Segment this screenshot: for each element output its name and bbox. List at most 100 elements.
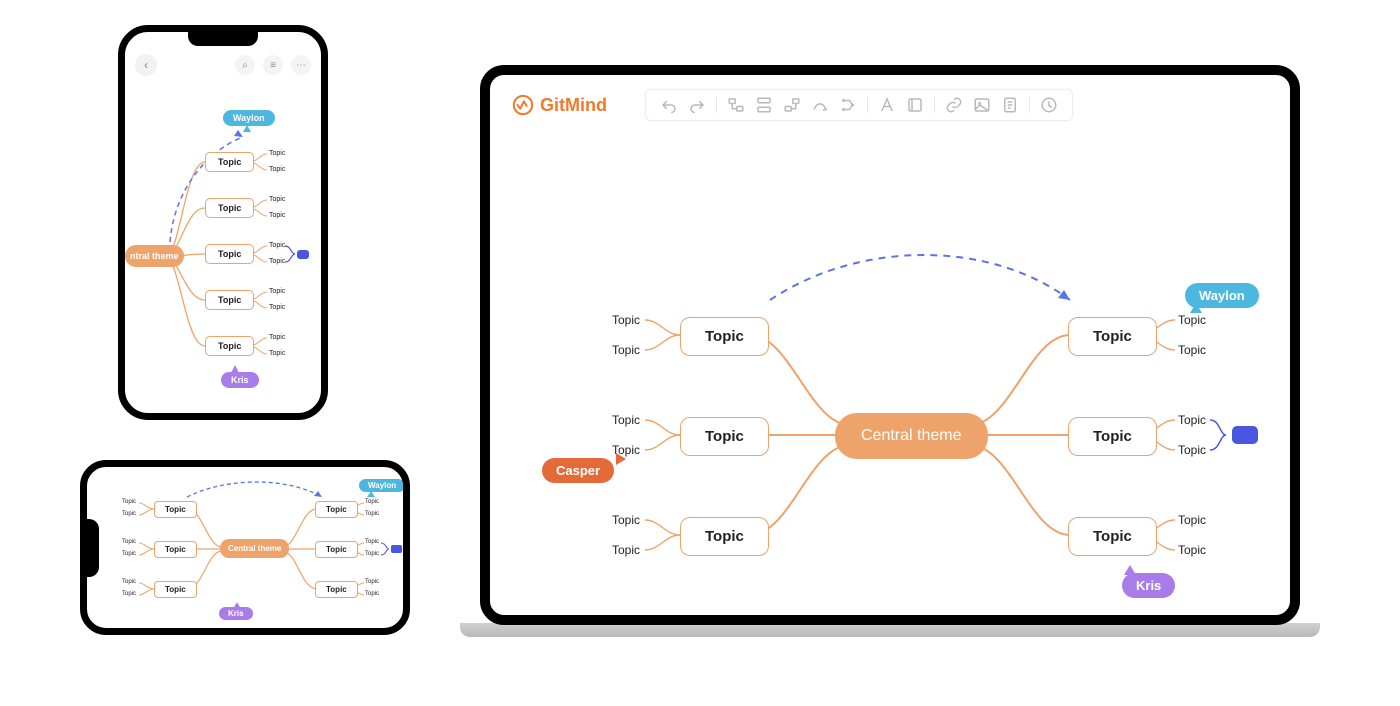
subtopic-node[interactable]: Topic <box>122 499 136 505</box>
subtopic-node[interactable]: Topic <box>269 212 285 219</box>
topic-node[interactable]: Topic <box>315 501 358 518</box>
subtopic-node[interactable]: Topic <box>122 551 136 557</box>
subtopic-icon[interactable] <box>727 96 745 114</box>
redo-icon[interactable] <box>688 96 706 114</box>
app-logo[interactable]: GitMind <box>512 94 607 116</box>
topic-node[interactable]: Topic <box>205 290 254 310</box>
topic-node[interactable]: Topic <box>154 581 197 598</box>
topic-node[interactable]: Topic <box>680 417 769 456</box>
laptop-device: GitMind <box>460 65 1320 665</box>
toolbar-separator <box>867 97 868 113</box>
app-header: GitMind <box>490 75 1290 129</box>
subtopic-node[interactable]: Topic <box>269 304 285 311</box>
back-button[interactable]: ‹ <box>135 54 157 76</box>
subtopic-node[interactable]: Topic <box>269 334 285 341</box>
sibling-icon[interactable] <box>755 96 773 114</box>
topic-label: Topic <box>1093 528 1132 545</box>
subtopic-node[interactable]: Topic <box>365 551 379 557</box>
collaborator-tag-waylon[interactable]: Waylon <box>223 110 275 126</box>
subtopic-node[interactable]: Topic <box>612 443 640 457</box>
subtopic-node[interactable]: Topic <box>612 343 640 357</box>
format-icon[interactable] <box>878 96 896 114</box>
collaborator-tag-kris[interactable]: Kris <box>1122 573 1175 598</box>
undo-icon[interactable] <box>660 96 678 114</box>
share-icon[interactable] <box>1040 96 1058 114</box>
summary-indicator[interactable] <box>297 250 309 259</box>
topic-label: Topic <box>1093 328 1132 345</box>
subtopic-node[interactable]: Topic <box>365 539 379 545</box>
subtopic-node[interactable]: Topic <box>1178 413 1206 427</box>
central-theme-node[interactable]: ntral theme <box>125 245 184 267</box>
phone-notch <box>188 32 258 46</box>
topic-node[interactable]: Topic <box>680 517 769 556</box>
subtopic-node[interactable]: Topic <box>269 258 285 265</box>
topic-node[interactable]: Topic <box>154 501 197 518</box>
subtopic-node[interactable]: Topic <box>1178 543 1206 557</box>
topic-node[interactable]: Topic <box>154 541 197 558</box>
toolbar <box>645 89 1073 121</box>
more-icon[interactable]: ⋯ <box>291 55 311 75</box>
subtopic-node[interactable]: Topic <box>365 579 379 585</box>
logo-icon <box>512 94 534 116</box>
parent-icon[interactable] <box>783 96 801 114</box>
subtopic-node[interactable]: Topic <box>122 539 136 545</box>
topic-node[interactable]: Topic <box>205 244 254 264</box>
summary-indicator[interactable] <box>391 545 402 553</box>
image-icon[interactable] <box>973 96 991 114</box>
collaborator-tag-kris[interactable]: Kris <box>219 607 253 620</box>
topic-node[interactable]: Topic <box>680 317 769 356</box>
subtopic-node[interactable]: Topic <box>122 511 136 517</box>
subtopic-node[interactable]: Topic <box>269 350 285 357</box>
toolbar-separator <box>934 97 935 113</box>
list-icon[interactable]: ≡ <box>263 55 283 75</box>
collaborator-tag-casper[interactable]: Casper <box>542 458 614 483</box>
topic-node[interactable]: Topic <box>205 152 254 172</box>
subtopic-node[interactable]: Topic <box>1178 513 1206 527</box>
subtopic-node[interactable]: Topic <box>365 511 379 517</box>
subtopic-node[interactable]: Topic <box>365 591 379 597</box>
topic-label: Topic <box>705 328 744 345</box>
topic-node[interactable]: Topic <box>315 541 358 558</box>
link-icon[interactable] <box>945 96 963 114</box>
phone-vertical-device: ‹ ⌕ ≡ ⋯ <box>118 25 328 420</box>
subtopic-node[interactable]: Topic <box>365 499 379 505</box>
collaborator-tag-waylon[interactable]: Waylon <box>359 479 405 492</box>
subtopic-node[interactable]: Topic <box>269 242 285 249</box>
subtopic-node[interactable]: Topic <box>1178 443 1206 457</box>
outline-icon[interactable] <box>906 96 924 114</box>
subtopic-node[interactable]: Topic <box>269 196 285 203</box>
subtopic-node[interactable]: Topic <box>612 413 640 427</box>
topic-node[interactable]: Topic <box>1068 317 1157 356</box>
topic-node[interactable]: Topic <box>205 198 254 218</box>
relation-icon[interactable] <box>811 96 829 114</box>
summary-indicator[interactable] <box>1232 426 1258 444</box>
subtopic-node[interactable]: Topic <box>269 288 285 295</box>
subtopic-node[interactable]: Topic <box>122 591 136 597</box>
mindmap-canvas[interactable]: Central theme Topic Topic Topic Topic To… <box>490 135 1290 615</box>
layout-icon[interactable] <box>839 96 857 114</box>
phone-canvas[interactable]: ntral theme Topic Topic Topic Topic Topi… <box>125 82 321 413</box>
subtopic-node[interactable]: Topic <box>269 166 285 173</box>
subtopic-node[interactable]: Topic <box>269 150 285 157</box>
toolbar-separator <box>1029 97 1030 113</box>
subtopic-node[interactable]: Topic <box>612 543 640 557</box>
note-icon[interactable] <box>1001 96 1019 114</box>
phone-canvas[interactable]: Central theme Topic Topic Topic Topic To… <box>87 467 403 628</box>
search-icon[interactable]: ⌕ <box>235 55 255 75</box>
subtopic-node[interactable]: Topic <box>612 313 640 327</box>
topic-node[interactable]: Topic <box>1068 417 1157 456</box>
topic-node[interactable]: Topic <box>205 336 254 356</box>
collaborator-tag-kris[interactable]: Kris <box>221 372 259 388</box>
subtopic-node[interactable]: Topic <box>612 513 640 527</box>
subtopic-node[interactable]: Topic <box>1178 313 1206 327</box>
topic-label: Topic <box>1093 428 1132 445</box>
collaborator-tag-waylon[interactable]: Waylon <box>1185 283 1259 308</box>
laptop-screen: GitMind <box>480 65 1300 625</box>
topic-node[interactable]: Topic <box>315 581 358 598</box>
topic-node[interactable]: Topic <box>1068 517 1157 556</box>
subtopic-node[interactable]: Topic <box>122 579 136 585</box>
central-theme-node[interactable]: Central theme <box>835 413 988 459</box>
subtopic-node[interactable]: Topic <box>1178 343 1206 357</box>
connector-lines <box>490 135 1290 615</box>
central-theme-node[interactable]: Central theme <box>220 539 289 558</box>
